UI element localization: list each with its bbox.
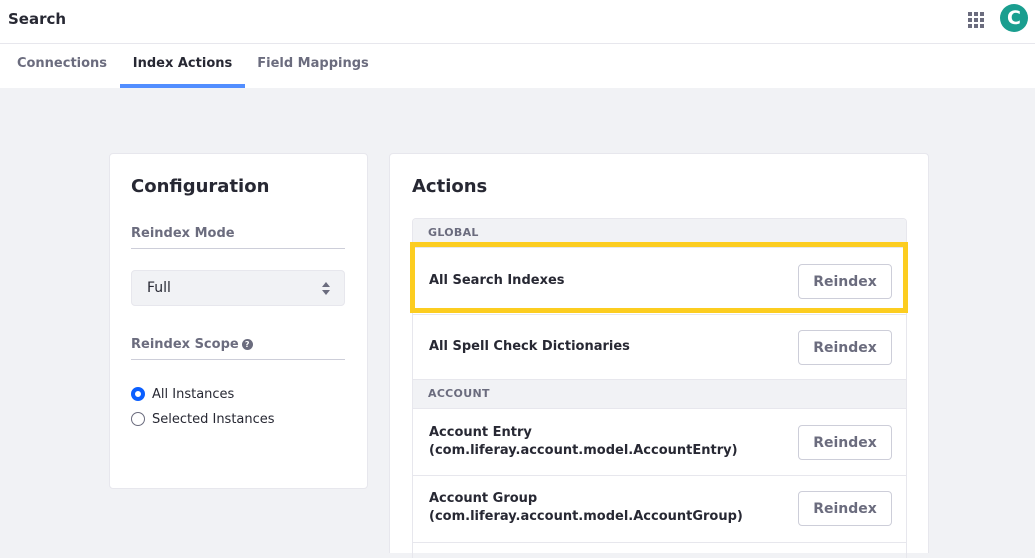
list-item: All Spell Check Dictionaries Reindex xyxy=(413,315,906,380)
item-label-line1: Account Group xyxy=(429,491,538,506)
tab-connections[interactable]: Connections xyxy=(8,44,116,88)
reindex-scope-label-text: Reindex Scope xyxy=(131,337,239,352)
reindex-mode-value: Full xyxy=(147,280,171,296)
reindex-all-search-indexes-button[interactable]: Reindex xyxy=(798,264,892,299)
reindex-mode-label: Reindex Mode xyxy=(131,226,345,249)
item-label: Account Group (com.liferay.account.model… xyxy=(429,490,743,526)
top-bar: Search C xyxy=(0,0,1035,44)
reindex-mode-select[interactable]: Full xyxy=(131,270,345,306)
page-title: Search xyxy=(8,10,67,28)
list-item: All Search Indexes Reindex xyxy=(413,248,906,315)
tab-index-actions[interactable]: Index Actions xyxy=(120,44,245,88)
actions-card: Actions GLOBAL All Search Indexes Reinde… xyxy=(389,153,929,558)
tab-bar: Connections Index Actions Field Mappings xyxy=(0,44,1035,88)
actions-list: GLOBAL All Search Indexes Reindex All Sp… xyxy=(412,218,907,558)
radio-checked-icon[interactable] xyxy=(131,386,145,401)
item-label: All Search Indexes xyxy=(429,273,565,288)
group-header-global: GLOBAL xyxy=(413,219,906,248)
group-header-account: ACCOUNT xyxy=(413,380,906,409)
radio-all-instances-label: All Instances xyxy=(152,387,235,402)
configuration-title: Configuration xyxy=(131,176,270,197)
reindex-account-entry-button[interactable]: Reindex xyxy=(798,425,892,460)
tab-field-mappings[interactable]: Field Mappings xyxy=(251,44,375,88)
item-label-line2: (com.liferay.account.model.AccountEntry) xyxy=(429,443,738,458)
radio-unchecked-icon[interactable] xyxy=(131,411,145,426)
reindex-mode-label-text: Reindex Mode xyxy=(131,226,235,241)
item-label: All Spell Check Dictionaries xyxy=(429,339,630,354)
reindex-account-group-button[interactable]: Reindex xyxy=(798,491,892,526)
configuration-card: Configuration Reindex Mode Full Reindex … xyxy=(109,153,368,489)
select-arrows-icon xyxy=(322,282,330,295)
radio-selected-instances-label: Selected Instances xyxy=(152,412,275,427)
item-label-line2: (com.liferay.account.model.AccountGroup) xyxy=(429,509,743,524)
help-icon[interactable]: ? xyxy=(241,339,253,350)
apps-grid-icon[interactable] xyxy=(968,12,984,28)
item-label-line1: Account Entry xyxy=(429,425,532,440)
list-item: Account Entry (com.liferay.account.model… xyxy=(413,409,906,476)
radio-selected-instances[interactable]: Selected Instances xyxy=(131,411,275,427)
list-item: Account Group (com.liferay.account.model… xyxy=(413,476,906,543)
user-avatar[interactable]: C xyxy=(1000,4,1028,32)
actions-title: Actions xyxy=(412,176,488,197)
radio-all-instances[interactable]: All Instances xyxy=(131,386,235,402)
item-label: Account Entry (com.liferay.account.model… xyxy=(429,424,738,460)
reindex-scope-label: Reindex Scope? xyxy=(131,337,345,360)
reindex-spell-check-button[interactable]: Reindex xyxy=(798,330,892,365)
